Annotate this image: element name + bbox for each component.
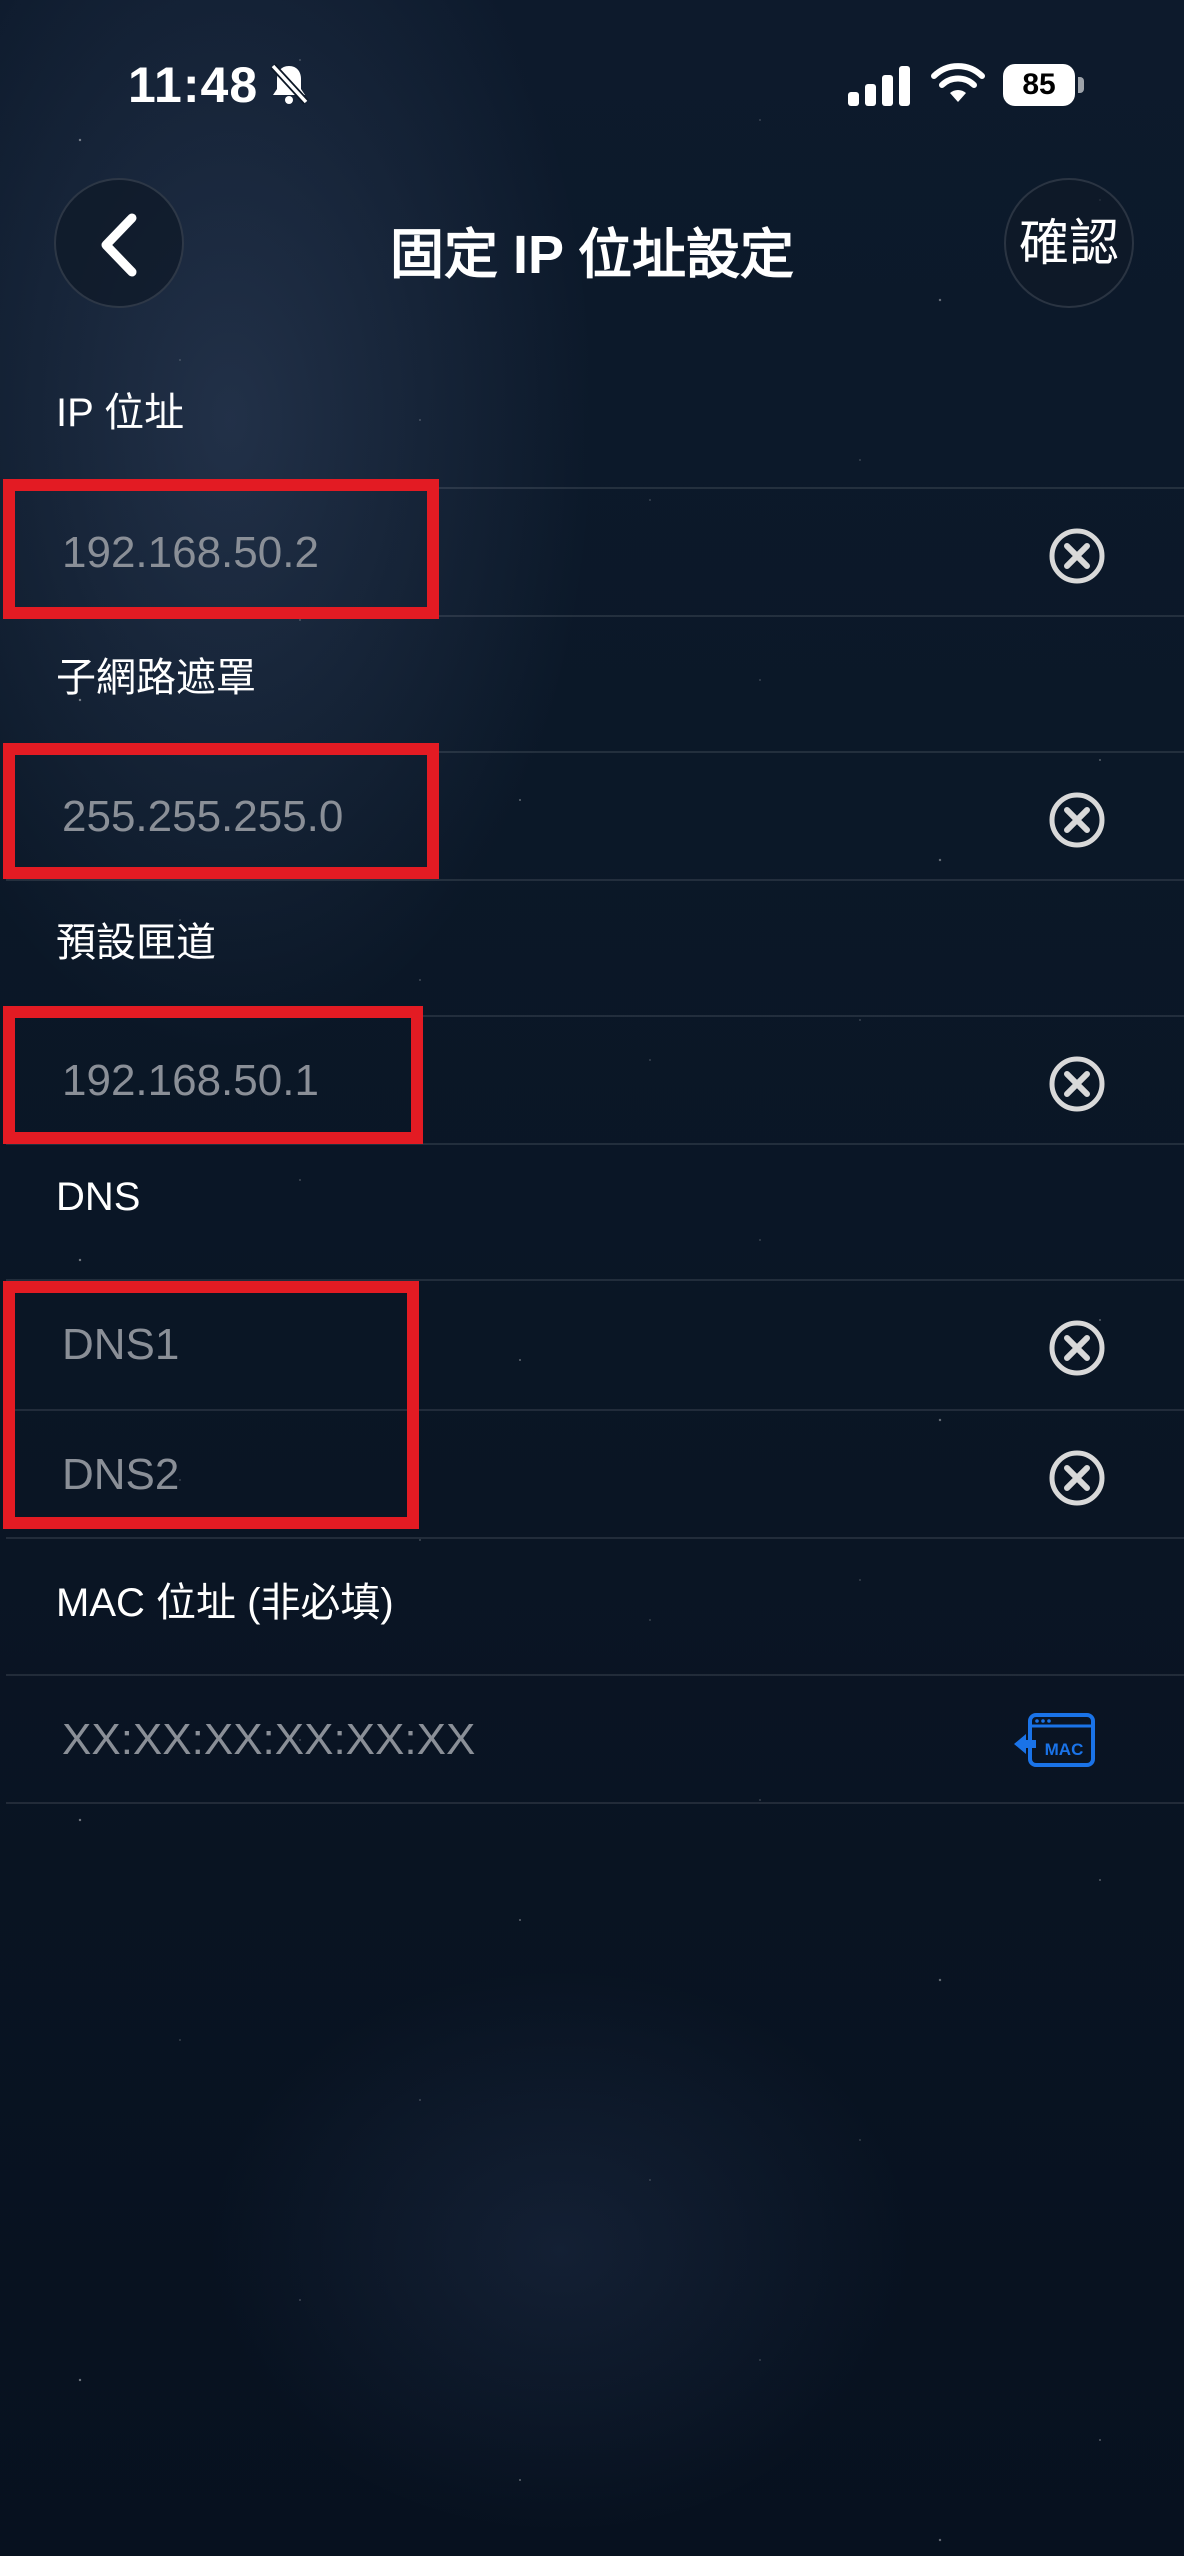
clear-icon[interactable]: [1048, 791, 1106, 849]
mac-address-label: MAC 位址 (非必填): [56, 1581, 394, 1625]
dns2-field[interactable]: DNS2: [6, 1409, 1184, 1539]
clear-icon[interactable]: [1048, 527, 1106, 585]
subnet-mask-input[interactable]: 255.255.255.0: [62, 753, 343, 881]
dns-label: DNS: [56, 1175, 141, 1219]
default-gateway-label: 預設匣道: [56, 921, 216, 965]
mac-address-input[interactable]: XX:XX:XX:XX:XX:XX: [62, 1676, 475, 1804]
status-bar: 11:48 85: [0, 0, 1184, 175]
mac-icon-text: MAC: [1045, 1740, 1084, 1759]
ip-address-field[interactable]: 192.168.50.2: [6, 487, 1184, 617]
subnet-mask-field[interactable]: 255.255.255.0: [6, 751, 1184, 881]
subnet-mask-label: 子網路遮罩: [56, 656, 256, 700]
ip-address-input[interactable]: 192.168.50.2: [62, 489, 319, 617]
clear-icon[interactable]: [1048, 1449, 1106, 1507]
mac-address-field[interactable]: XX:XX:XX:XX:XX:XX MAC: [6, 1674, 1184, 1804]
battery-icon: 85: [1003, 64, 1084, 106]
confirm-button[interactable]: 確認: [1004, 178, 1134, 308]
clear-icon[interactable]: [1048, 1319, 1106, 1377]
default-gateway-field[interactable]: 192.168.50.1: [6, 1015, 1184, 1145]
dns2-input[interactable]: DNS2: [62, 1411, 179, 1539]
dns1-field[interactable]: DNS1: [6, 1279, 1184, 1409]
dns1-input[interactable]: DNS1: [62, 1281, 179, 1409]
ip-address-label: IP 位址: [56, 391, 185, 435]
clear-icon[interactable]: [1048, 1055, 1106, 1113]
default-gateway-input[interactable]: 192.168.50.1: [62, 1017, 319, 1145]
status-time: 11:48: [128, 57, 259, 113]
wifi-icon: [931, 63, 985, 102]
battery-level: 85: [1003, 64, 1075, 106]
bell-slash-icon: [270, 63, 309, 105]
mac-clone-icon[interactable]: MAC: [1012, 1712, 1096, 1768]
cellular-signal-icon: [848, 66, 910, 106]
